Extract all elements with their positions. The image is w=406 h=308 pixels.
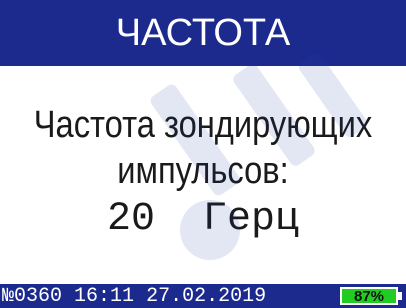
status-time: 16:11 [74, 284, 135, 308]
battery-percent: 87% [353, 287, 385, 305]
frequency-unit: Герц [203, 197, 300, 242]
screen-title: ЧАСТОТА [0, 0, 406, 66]
battery-indicator: 87% [340, 287, 398, 305]
title-text: ЧАСТОТА [115, 11, 291, 54]
device-number: №0360 [2, 284, 63, 308]
frequency-panel: Частота зондирующих импульсов: 20 Герц [0, 66, 406, 284]
frequency-label-line2: импульсов: [117, 150, 289, 192]
frequency-label-line1: Частота зондирующих [33, 104, 373, 146]
status-bar: №0360 16:11 27.02.2019 87% [0, 284, 406, 308]
frequency-number: 20 [106, 197, 155, 242]
status-text: №0360 16:11 27.02.2019 [2, 285, 266, 308]
frequency-value: 20 Герц [0, 198, 406, 242]
battery-terminal-icon [398, 292, 402, 300]
status-date: 27.02.2019 [146, 284, 267, 308]
